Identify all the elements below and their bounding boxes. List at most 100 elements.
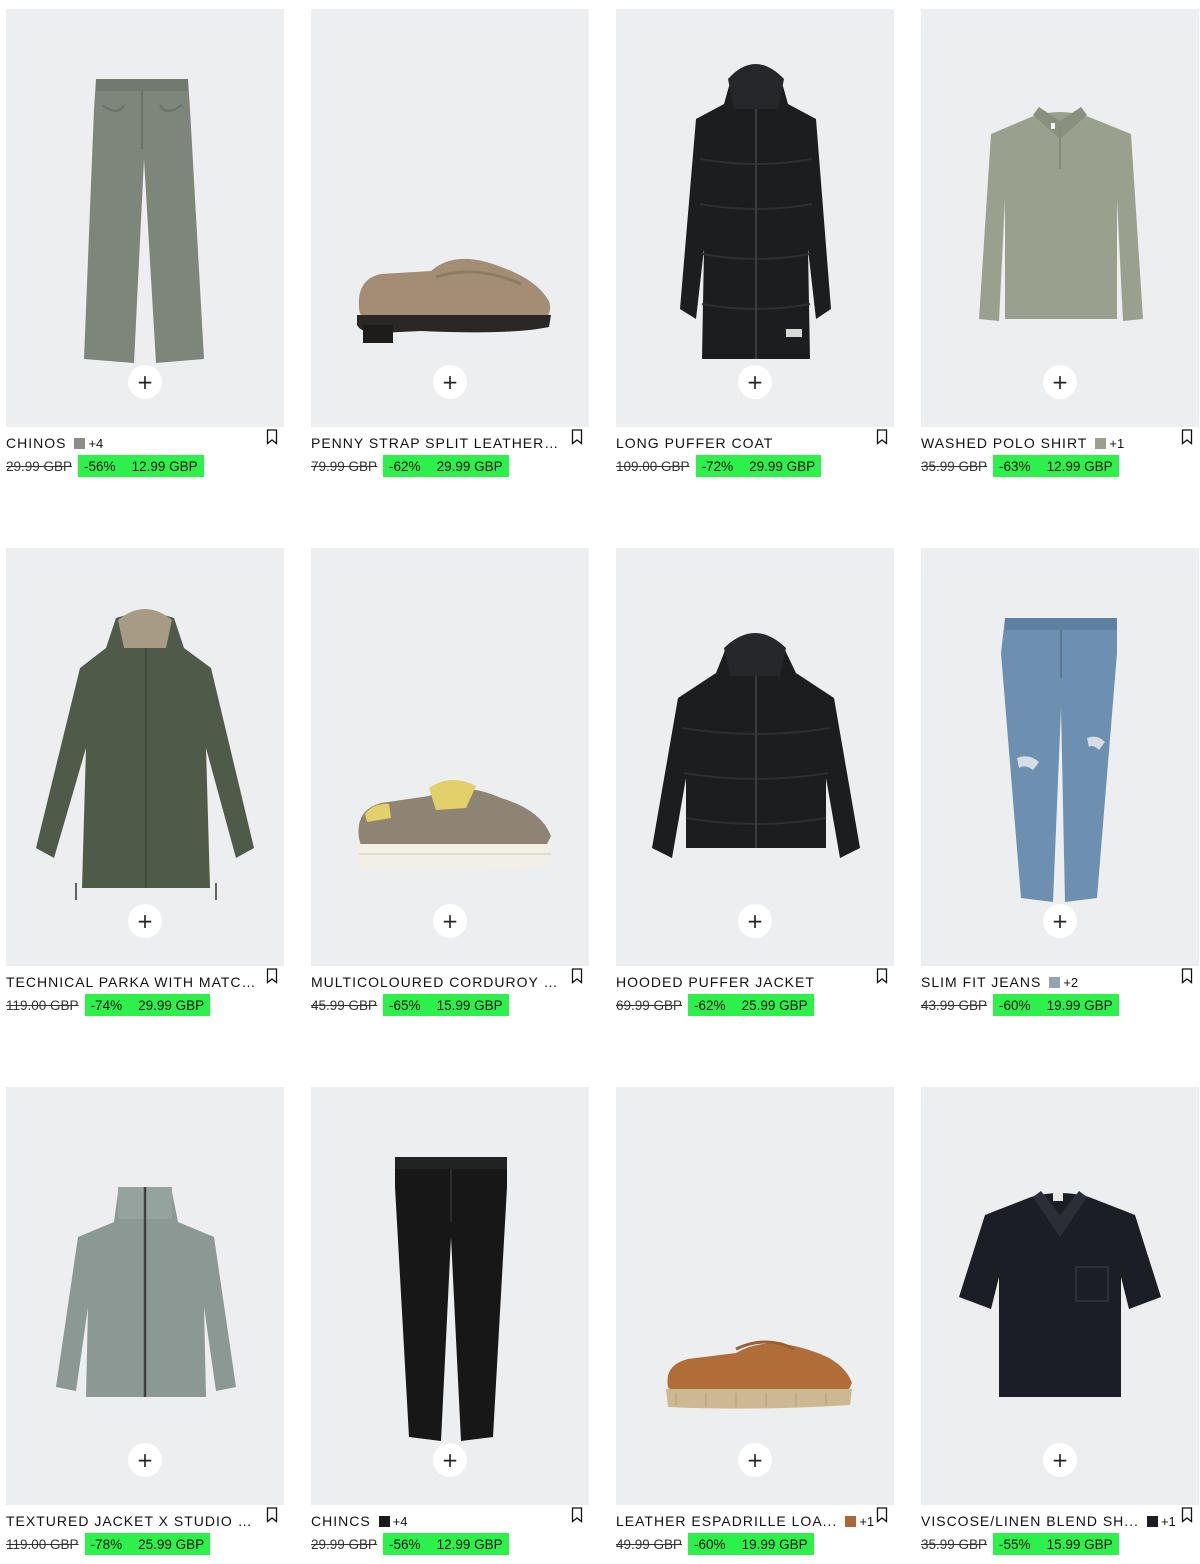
price-row: 29.99 GBP -56% 12.99 GBP: [6, 455, 204, 477]
add-to-cart-button[interactable]: +: [1043, 904, 1077, 938]
sale-price-badge: -72% 29.99 GBP: [695, 455, 822, 477]
product-title[interactable]: LONG PUFFER COAT: [616, 435, 773, 451]
product-grid: + CHINOS +4 29.99 GBP -56% 12.99 GBP + P…: [0, 0, 1200, 1564]
sale-price-badge: -55% 15.99 GBP: [993, 1533, 1119, 1555]
add-to-cart-button[interactable]: +: [738, 904, 772, 938]
add-to-cart-button[interactable]: +: [433, 904, 467, 938]
product-title[interactable]: VISCOSE/LINEN BLEND SH...: [921, 1513, 1139, 1529]
bookmark-icon[interactable]: [266, 1507, 278, 1523]
sale-price-badge: -78% 25.99 GBP: [84, 1533, 211, 1555]
bookmark-icon[interactable]: [876, 1507, 888, 1523]
product-title[interactable]: CHINOS: [6, 435, 66, 451]
product-card[interactable]: + VISCOSE/LINEN BLEND SH... +1 35.99 GBP…: [921, 1087, 1199, 1559]
price-row: 43.99 GBP -60% 19.99 GBP: [921, 994, 1119, 1016]
product-image[interactable]: +: [921, 9, 1199, 427]
product-image[interactable]: +: [6, 9, 284, 427]
add-to-cart-button[interactable]: +: [738, 365, 772, 399]
price-row: 79.99 GBP -62% 29.99 GBP: [311, 455, 509, 477]
bookmark-icon[interactable]: [1181, 1507, 1193, 1523]
color-swatch: [1095, 437, 1107, 449]
product-title[interactable]: MULTICOLOURED CORDUROY S...: [311, 974, 563, 990]
product-card[interactable]: + LEATHER ESPADRILLE LOA... +1 49.99 GBP…: [616, 1087, 894, 1559]
sale-price: 15.99 GBP: [436, 997, 503, 1013]
product-image[interactable]: +: [921, 548, 1199, 966]
product-image[interactable]: +: [311, 548, 589, 966]
product-card[interactable]: + SLIM FIT JEANS +2 43.99 GBP -60% 19.99…: [921, 548, 1199, 1020]
sale-price-badge: -63% 12.99 GBP: [993, 455, 1119, 477]
sale-price: 29.99 GBP: [436, 458, 503, 474]
product-card[interactable]: + TECHNICAL PARKA WITH MATCH... 119.00 G…: [6, 548, 284, 1020]
bookmark-icon[interactable]: [571, 429, 583, 445]
product-image[interactable]: +: [311, 1087, 589, 1505]
product-image[interactable]: +: [616, 1087, 894, 1505]
more-colors-count: +2: [1063, 974, 1079, 990]
price-row: 35.99 GBP -63% 12.99 GBP: [921, 455, 1119, 477]
product-image[interactable]: +: [616, 9, 894, 427]
add-to-cart-button[interactable]: +: [1043, 1443, 1077, 1477]
add-to-cart-button[interactable]: +: [128, 365, 162, 399]
product-title[interactable]: TECHNICAL PARKA WITH MATCH...: [6, 974, 258, 990]
add-to-cart-button[interactable]: +: [1043, 365, 1077, 399]
product-card[interactable]: + MULTICOLOURED CORDUROY S... 45.99 GBP …: [311, 548, 589, 1020]
sale-price: 25.99 GBP: [138, 1536, 205, 1552]
price-row: 35.99 GBP -55% 15.99 GBP: [921, 1533, 1119, 1555]
sale-price: 12.99 GBP: [1046, 458, 1113, 474]
sale-price-badge: -60% 19.99 GBP: [993, 994, 1119, 1016]
original-price: 79.99 GBP: [311, 458, 378, 474]
more-colors-count: +4: [392, 1513, 408, 1529]
price-row: 49.99 GBP -60% 19.99 GBP: [616, 1533, 814, 1555]
product-title[interactable]: CHINCS: [311, 1513, 371, 1529]
color-swatch: [1146, 1515, 1158, 1527]
price-row: 29.99 GBP -56% 12.99 GBP: [311, 1533, 509, 1555]
price-row: 119.00 GBP -74% 29.99 GBP: [6, 994, 211, 1016]
bookmark-icon[interactable]: [571, 968, 583, 984]
add-to-cart-button[interactable]: +: [433, 365, 467, 399]
product-title[interactable]: LEATHER ESPADRILLE LOA...: [616, 1513, 837, 1529]
product-card[interactable]: + LONG PUFFER COAT 109.00 GBP -72% 29.99…: [616, 9, 894, 481]
sale-price: 12.99 GBP: [436, 1536, 503, 1552]
bookmark-icon[interactable]: [266, 429, 278, 445]
add-to-cart-button[interactable]: +: [128, 904, 162, 938]
product-image[interactable]: +: [6, 1087, 284, 1505]
product-image[interactable]: +: [6, 548, 284, 966]
product-card[interactable]: + CHINOS +4 29.99 GBP -56% 12.99 GBP: [6, 9, 284, 481]
more-colors-count: +1: [859, 1513, 875, 1529]
color-swatch: [378, 1515, 390, 1527]
bookmark-icon[interactable]: [266, 968, 278, 984]
discount-percent: -72%: [701, 458, 734, 474]
product-title[interactable]: TEXTURED JACKET X STUDIO NI...: [6, 1513, 258, 1529]
sale-price-badge: -74% 29.99 GBP: [84, 994, 211, 1016]
product-image[interactable]: +: [311, 9, 589, 427]
bookmark-icon[interactable]: [571, 1507, 583, 1523]
bookmark-icon[interactable]: [1181, 429, 1193, 445]
product-card[interactable]: + TEXTURED JACKET X STUDIO NI... 119.00 …: [6, 1087, 284, 1559]
original-price: 35.99 GBP: [921, 1536, 988, 1552]
original-price: 43.99 GBP: [921, 997, 988, 1013]
add-to-cart-button[interactable]: +: [433, 1443, 467, 1477]
product-title[interactable]: SLIM FIT JEANS: [921, 974, 1041, 990]
product-title[interactable]: WASHED POLO SHIRT: [921, 435, 1087, 451]
bookmark-icon[interactable]: [876, 429, 888, 445]
discount-percent: -56%: [84, 458, 116, 474]
product-card[interactable]: + CHINCS +4 29.99 GBP -56% 12.99 GBP: [311, 1087, 589, 1559]
product-card[interactable]: + PENNY STRAP SPLIT LEATHER L... 79.99 G…: [311, 9, 589, 481]
product-card[interactable]: + HOODED PUFFER JACKET 69.99 GBP -62% 25…: [616, 548, 894, 1020]
discount-percent: -60%: [694, 1536, 726, 1552]
product-image[interactable]: +: [616, 548, 894, 966]
more-colors-count: +4: [88, 435, 104, 451]
discount-percent: -65%: [389, 997, 421, 1013]
add-to-cart-button[interactable]: +: [738, 1443, 772, 1477]
sale-price-badge: -60% 19.99 GBP: [688, 1533, 814, 1555]
bookmark-icon[interactable]: [876, 968, 888, 984]
product-card[interactable]: + WASHED POLO SHIRT +1 35.99 GBP -63% 12…: [921, 9, 1199, 481]
original-price: 69.99 GBP: [616, 997, 683, 1013]
product-image[interactable]: +: [921, 1087, 1199, 1505]
discount-percent: -56%: [389, 1536, 421, 1552]
sale-price: 15.99 GBP: [1046, 1536, 1113, 1552]
product-title[interactable]: PENNY STRAP SPLIT LEATHER L...: [311, 435, 563, 451]
product-title[interactable]: HOODED PUFFER JACKET: [616, 974, 815, 990]
add-to-cart-button[interactable]: +: [128, 1443, 162, 1477]
bookmark-icon[interactable]: [1181, 968, 1193, 984]
sale-price-badge: -62% 25.99 GBP: [688, 994, 814, 1016]
discount-percent: -63%: [999, 458, 1031, 474]
